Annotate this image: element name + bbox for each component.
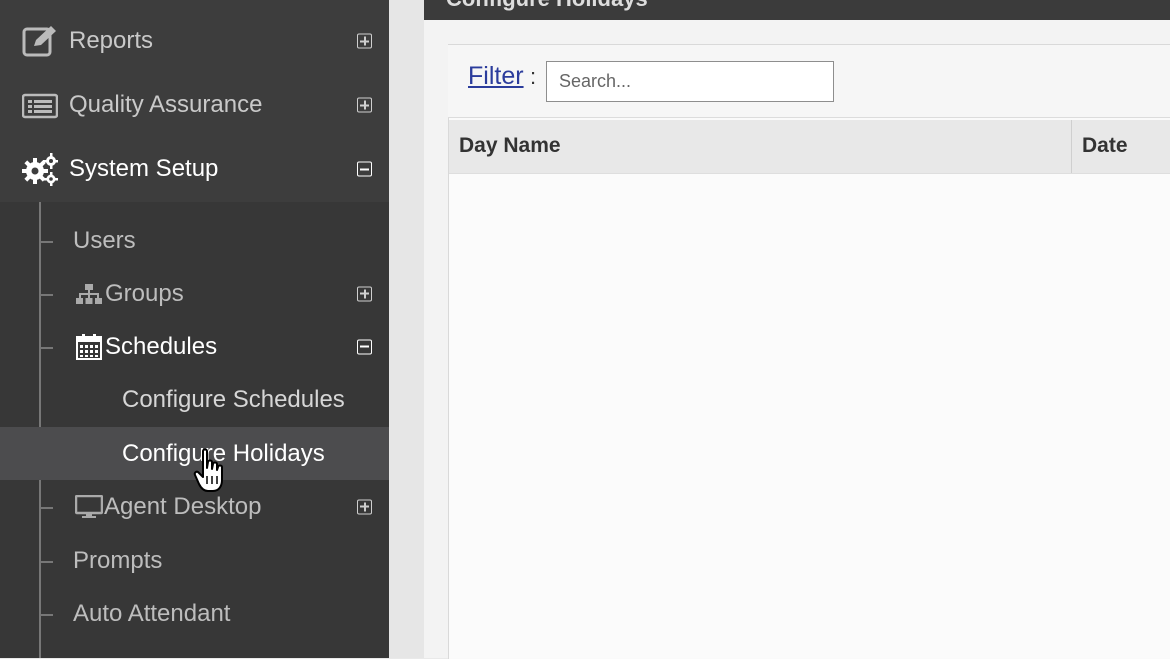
gears-icon	[22, 153, 58, 186]
hand-cursor-icon	[193, 448, 223, 492]
sidebar-subitem-groups[interactable]: Groups	[0, 267, 389, 320]
sidebar-subitem-configure-schedules[interactable]: Configure Schedules	[0, 373, 389, 426]
sidebar-subitem-label: Configure Schedules	[122, 385, 345, 413]
sidebar-subitem-label: Agent Desktop	[104, 492, 262, 520]
table-body	[449, 174, 1170, 658]
edit-icon	[22, 26, 56, 57]
search-input[interactable]	[546, 61, 834, 102]
filter-colon: :	[530, 64, 537, 89]
sidebar-subitem-schedules[interactable]: Schedules	[0, 320, 389, 373]
sidebar-item-label: Quality Assurance	[69, 91, 263, 118]
table-header: Day Name Date	[449, 120, 1170, 174]
page-title-bar: Configure Holidays	[424, 0, 1170, 20]
tree-branch	[41, 560, 53, 563]
tree-branch	[41, 240, 53, 243]
sidebar: Reports Quality Assurance System Setup U…	[0, 0, 389, 658]
sidebar-subitem-prompts[interactable]: Prompts	[0, 534, 389, 587]
expand-icon[interactable]	[357, 97, 372, 113]
expand-icon[interactable]	[357, 499, 372, 514]
sidebar-subitem-label: Users	[73, 226, 136, 254]
expand-icon[interactable]	[357, 33, 372, 49]
monitor-icon	[75, 494, 103, 518]
sitemap-icon	[76, 283, 102, 304]
column-header-date[interactable]: Date	[1082, 120, 1128, 173]
sidebar-subitem-label: Schedules	[105, 332, 218, 360]
tree-branch	[41, 506, 53, 509]
sidebar-item-reports[interactable]: Reports	[0, 9, 389, 73]
filter-link[interactable]: Filter	[468, 62, 524, 91]
sidebar-item-label: System Setup	[69, 155, 219, 182]
list-icon	[22, 93, 58, 119]
sidebar-subitem-users[interactable]: Users	[0, 214, 389, 267]
sidebar-subitem-label: Groups	[105, 279, 184, 307]
sidebar-subitem-label: Prompts	[73, 546, 163, 574]
tree-branch	[41, 613, 53, 616]
sidebar-item-quality-assurance[interactable]: Quality Assurance	[0, 73, 389, 137]
sidebar-subitem-label: Auto Attendant	[73, 599, 231, 627]
column-divider	[1071, 120, 1072, 173]
expand-icon[interactable]	[357, 286, 372, 301]
sidebar-item-system-setup[interactable]: System Setup	[0, 137, 389, 201]
calendar-icon	[76, 333, 102, 360]
collapse-icon[interactable]	[357, 339, 372, 354]
sidebar-item-label: Reports	[69, 27, 154, 54]
tree-branch	[41, 293, 53, 296]
sidebar-subitem-auto-attendant[interactable]: Auto Attendant	[0, 587, 389, 640]
page-title: Configure Holidays	[446, 0, 648, 12]
collapse-icon[interactable]	[357, 161, 372, 177]
column-header-day-name[interactable]: Day Name	[459, 120, 561, 173]
tree-branch	[41, 346, 53, 349]
